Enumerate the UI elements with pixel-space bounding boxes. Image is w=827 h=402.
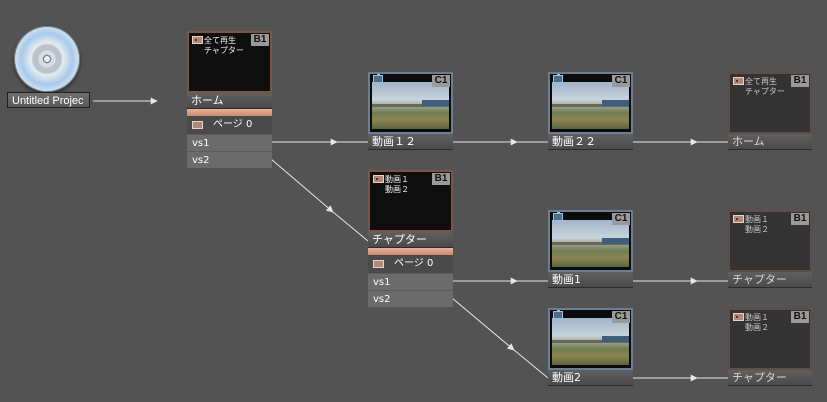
page-row-label: ページ 0 [213, 119, 253, 130]
video-22-label[interactable]: 動画２２ [548, 134, 633, 150]
chapter-menu-label[interactable]: チャプター [368, 232, 453, 248]
home-menu-accent [187, 109, 272, 116]
home-menu-thumbnail[interactable]: 全て再生 チャプター B1 [187, 31, 272, 93]
home-vs1-row[interactable]: vs1 [187, 134, 272, 151]
connector-vs2-chapter [270, 158, 334, 213]
menu-preview-text: 全て再生 チャプター [204, 36, 244, 55]
chapter-menu-accent [368, 248, 453, 255]
video-badge: C1 [612, 75, 630, 87]
home-page-row[interactable]: ページ 0 [187, 116, 272, 134]
home-vs2-row[interactable]: vs2 [187, 151, 272, 168]
video-22-thumbnail[interactable]: C1 [548, 72, 633, 134]
chapter-vs1-row[interactable]: vs1 [368, 273, 453, 290]
menu-preview-text: 動画１ 動画２ [385, 175, 409, 194]
page-icon [373, 260, 384, 268]
chapter-target-b-label[interactable]: チャプター [728, 370, 812, 386]
menu-badge: B1 [251, 34, 269, 46]
menu-icon [192, 36, 203, 44]
disc-icon[interactable] [14, 26, 80, 92]
menu-preview-text: 全て再生 チャプター [745, 77, 785, 96]
video-icon [553, 212, 563, 221]
video-12-thumbnail[interactable]: C1 [368, 72, 453, 134]
page-row-label: ページ 0 [394, 258, 434, 269]
menu-preview-text: 動画１ 動画２ [745, 215, 769, 234]
chapter-page-row[interactable]: ページ 0 [368, 255, 453, 273]
video-frame [552, 318, 629, 365]
menu-icon [733, 77, 744, 85]
chapter-target-a-thumbnail[interactable]: 動画１ 動画２ B1 [728, 210, 812, 272]
video-icon [553, 74, 563, 83]
video-2-thumbnail[interactable]: C1 [548, 308, 633, 370]
chapter-menu-thumbnail[interactable]: 動画１ 動画２ B1 [368, 170, 453, 232]
video-1-thumbnail[interactable]: C1 [548, 210, 633, 272]
chapter-target-a-label[interactable]: チャプター [728, 272, 812, 288]
video-icon [373, 74, 383, 83]
video-frame [552, 220, 629, 267]
chapter-target-b-thumbnail[interactable]: 動画１ 動画２ B1 [728, 308, 812, 370]
home-target-thumbnail[interactable]: 全て再生 チャプター B1 [728, 72, 812, 134]
menu-badge: B1 [791, 311, 809, 323]
menu-icon [373, 175, 384, 183]
video-12-label[interactable]: 動画１２ [368, 134, 453, 150]
menu-badge: B1 [432, 173, 450, 185]
menu-badge: B1 [791, 213, 809, 225]
project-label[interactable]: Untitled Projec [7, 92, 90, 108]
video-frame [372, 82, 449, 129]
video-2-label[interactable]: 動画2 [548, 370, 633, 386]
chapter-vs2-row[interactable]: vs2 [368, 290, 453, 307]
menu-icon [733, 215, 744, 223]
page-icon [192, 121, 203, 129]
video-1-label[interactable]: 動画1 [548, 272, 633, 288]
video-badge: C1 [432, 75, 450, 87]
video-badge: C1 [612, 213, 630, 225]
video-frame [552, 82, 629, 129]
connector-vs2-v2 [451, 297, 515, 351]
video-badge: C1 [612, 311, 630, 323]
home-target-label[interactable]: ホーム [728, 134, 812, 150]
menu-preview-text: 動画１ 動画２ [745, 313, 769, 332]
menu-icon [733, 313, 744, 321]
home-menu-label[interactable]: ホーム [187, 93, 272, 109]
video-icon [553, 310, 563, 319]
menu-badge: B1 [791, 75, 809, 87]
